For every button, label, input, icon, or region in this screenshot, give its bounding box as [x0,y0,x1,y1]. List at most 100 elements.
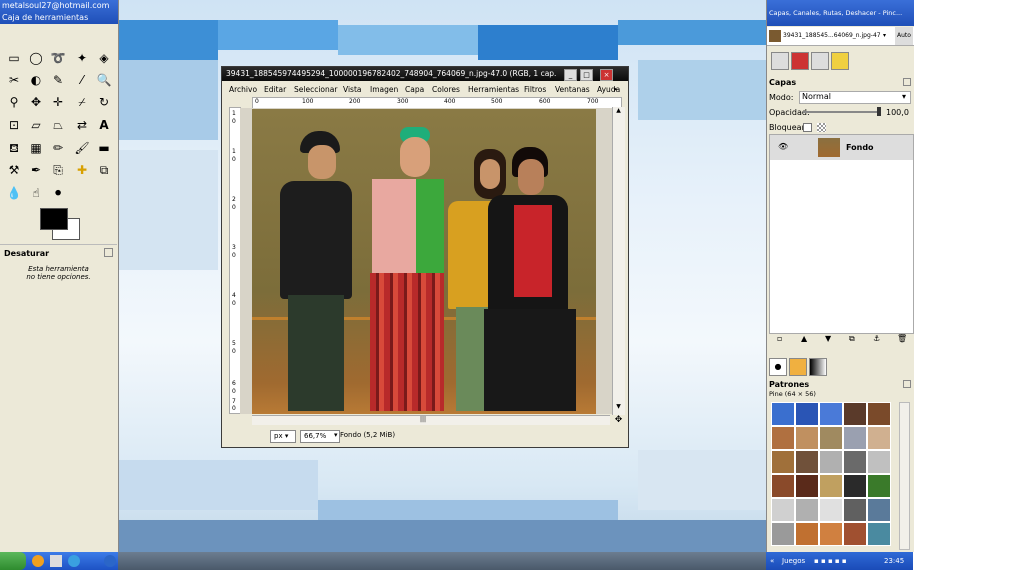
menu-vista[interactable]: Vista [343,83,362,96]
patterns-menu-icon[interactable] [903,380,911,388]
tab-channels[interactable] [791,52,809,70]
browser-icon[interactable] [32,555,44,567]
align-icon[interactable]: ✛ [50,94,66,110]
pattern-swatch[interactable] [819,426,843,450]
perspective-clone-icon[interactable]: ⧉ [96,162,112,178]
menu-editar[interactable]: Editar [264,83,286,96]
opacity-slider[interactable] [803,107,881,116]
minimize-button[interactable]: _ [564,69,577,81]
color-picker-icon[interactable]: ⁄ [74,72,90,88]
pattern-swatch[interactable] [819,450,843,474]
menu-herramientas[interactable]: Herramientas [468,83,519,96]
pattern-swatch[interactable] [843,450,867,474]
raise-layer-icon[interactable]: ▲ [801,334,807,343]
maximize-button[interactable]: □ [580,69,593,81]
move-icon[interactable]: ✥ [28,94,44,110]
mode-select[interactable]: Normal ▾ [799,91,911,104]
crop-icon[interactable]: ⌿ [74,94,90,110]
foreground-select-icon[interactable]: ◐ [28,72,44,88]
rotate-icon[interactable]: ↻ [96,94,112,110]
pencil-icon[interactable]: ✏ [50,140,66,156]
pattern-swatch[interactable] [867,498,891,522]
gradients-tab[interactable] [809,358,827,376]
layer-name[interactable]: Fondo [846,143,874,152]
start-button[interactable] [0,552,26,570]
pattern-grid[interactable] [771,402,893,548]
smudge-icon[interactable]: ☝ [28,185,44,201]
pattern-swatch[interactable] [795,450,819,474]
layer-row[interactable]: 👁 Fondo [770,135,913,160]
menu-ventanas[interactable]: Ventanas [555,83,590,96]
scroll-grip-icon[interactable]: ||| [417,416,429,424]
chevron-down-icon[interactable]: ▾ [902,92,906,101]
clone-icon[interactable]: ⎘ [50,162,66,178]
blur-icon[interactable]: 💧 [6,185,22,201]
pattern-swatch[interactable] [843,426,867,450]
bucket-fill-icon[interactable]: ⛾ [6,140,22,156]
pattern-swatch[interactable] [819,402,843,426]
auto-button[interactable]: Auto [895,27,913,45]
gimp-taskbar-icon[interactable] [104,555,116,567]
games-label[interactable]: Juegos [782,552,805,570]
brushes-tab[interactable]: ● [769,358,787,376]
pattern-swatch[interactable] [843,522,867,546]
menu-arrow-icon[interactable]: ▸ [614,85,618,93]
ellipse-select-icon[interactable]: ◯ [28,50,44,66]
pattern-swatch[interactable] [771,474,795,498]
menu-seleccionar[interactable]: Seleccionar [294,83,337,96]
pattern-swatch[interactable] [867,450,891,474]
scroll-down-icon[interactable]: ▼ [614,403,623,412]
band-photo[interactable] [252,109,596,414]
vertical-scrollbar[interactable]: ▲ ▼ [612,107,625,415]
duplicate-layer-icon[interactable]: ⧉ [849,334,855,344]
menu-filtros[interactable]: Filtros [524,83,546,96]
close-button[interactable]: × [600,69,613,81]
paths-icon[interactable]: ✎ [50,72,66,88]
options-close-icon[interactable] [104,248,113,257]
pattern-swatch[interactable] [843,402,867,426]
pattern-swatch[interactable] [867,426,891,450]
perspective-icon[interactable]: ⏢ [50,117,66,133]
pattern-swatch[interactable] [771,402,795,426]
delete-layer-icon[interactable]: 🗑 [897,334,907,343]
pattern-swatch[interactable] [819,522,843,546]
pattern-swatch[interactable] [819,498,843,522]
patterns-scrollbar[interactable] [899,402,910,550]
menu-imagen[interactable]: Imagen [370,83,398,96]
scroll-up-icon[interactable]: ▲ [614,107,623,116]
fuzzy-select-icon[interactable]: ✦ [74,50,90,66]
scissors-icon[interactable]: ✂ [6,72,22,88]
opacity-value[interactable]: 100,0 [886,108,909,117]
anchor-layer-icon[interactable]: ⚓ [873,334,880,343]
panel-menu-icon[interactable] [903,78,911,86]
zoom-dropdown-icon[interactable]: ▾ [334,431,338,439]
scale-icon[interactable]: ⊡ [6,117,22,133]
navigate-icon[interactable]: ✥ [613,415,624,425]
pattern-swatch[interactable] [795,474,819,498]
tab-paths[interactable] [811,52,829,70]
pattern-swatch[interactable] [771,426,795,450]
ink-icon[interactable]: ✒ [28,162,44,178]
menu-archivo[interactable]: Archivo [229,83,257,96]
foreground-color-swatch[interactable] [40,208,68,230]
explorer-icon[interactable] [50,555,62,567]
pattern-swatch[interactable] [771,522,795,546]
pattern-swatch[interactable] [795,522,819,546]
text-tool-icon[interactable]: A [96,117,112,133]
pattern-swatch[interactable] [819,474,843,498]
patterns-tab[interactable] [789,358,807,376]
zoom-icon[interactable]: 🔍 [96,72,112,88]
blend-icon[interactable]: ▦ [28,140,44,156]
menu-capa[interactable]: Capa [405,83,424,96]
horizontal-scrollbar[interactable]: ||| [252,415,610,425]
pattern-swatch[interactable] [867,522,891,546]
pattern-swatch[interactable] [867,474,891,498]
airbrush-icon[interactable]: ⚒ [6,162,22,178]
messenger-icon[interactable] [68,555,80,567]
tab-undo[interactable] [831,52,849,70]
tray-icons[interactable]: ▪ ▪ ▪ ▪ ▪ [814,552,847,570]
pattern-swatch[interactable] [771,450,795,474]
lasso-icon[interactable]: ➰ [50,50,66,66]
eraser-icon[interactable]: ▬ [96,140,112,156]
flip-icon[interactable]: ⇄ [74,117,90,133]
